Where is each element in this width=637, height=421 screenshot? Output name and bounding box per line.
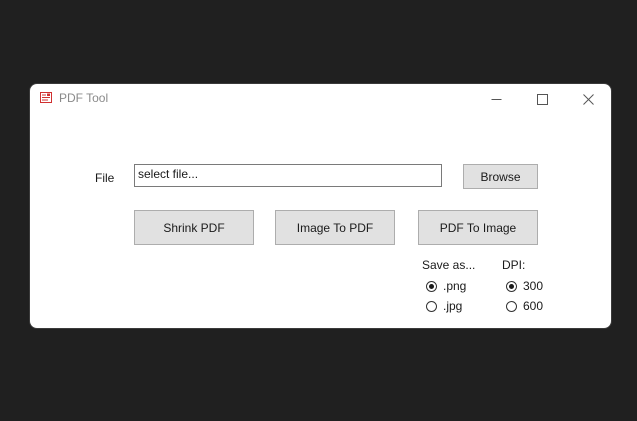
dpi-label: DPI: bbox=[502, 258, 526, 272]
radio-png-label: .png bbox=[443, 279, 467, 293]
radio-dpi-300-dot[interactable] bbox=[506, 280, 517, 292]
browse-button[interactable]: Browse bbox=[463, 164, 538, 189]
radio-png[interactable]: .png bbox=[426, 279, 466, 293]
maximize-icon bbox=[536, 93, 548, 105]
maximize-button[interactable] bbox=[519, 84, 565, 114]
radio-jpg-label: .jpg bbox=[443, 299, 463, 313]
pdf-tool-window: PDF Tool File Browse Shrink PDF Image To… bbox=[30, 84, 611, 328]
radio-dpi-600[interactable]: 600 bbox=[506, 299, 543, 313]
file-label: File bbox=[95, 171, 115, 185]
radio-jpg-dot[interactable] bbox=[426, 300, 437, 312]
pdf-to-image-button[interactable]: PDF To Image bbox=[418, 210, 538, 245]
minimize-icon bbox=[491, 98, 501, 100]
radio-jpg[interactable]: .jpg bbox=[426, 299, 462, 313]
pdf-app-icon bbox=[40, 92, 52, 103]
radio-dpi-300-label: 300 bbox=[523, 279, 544, 293]
close-icon bbox=[582, 93, 594, 105]
shrink-pdf-button[interactable]: Shrink PDF bbox=[134, 210, 254, 245]
title-bar[interactable]: PDF Tool bbox=[30, 84, 611, 114]
radio-dpi-300[interactable]: 300 bbox=[506, 279, 543, 293]
radio-dpi-600-label: 600 bbox=[523, 299, 544, 313]
window-title: PDF Tool bbox=[59, 91, 109, 105]
minimize-button[interactable] bbox=[473, 84, 519, 114]
close-button[interactable] bbox=[565, 84, 611, 114]
radio-dpi-600-dot[interactable] bbox=[506, 300, 517, 312]
save-as-label: Save as... bbox=[422, 258, 476, 272]
image-to-pdf-button[interactable]: Image To PDF bbox=[275, 210, 395, 245]
file-path-input[interactable] bbox=[134, 164, 442, 187]
radio-png-dot[interactable] bbox=[426, 280, 437, 292]
